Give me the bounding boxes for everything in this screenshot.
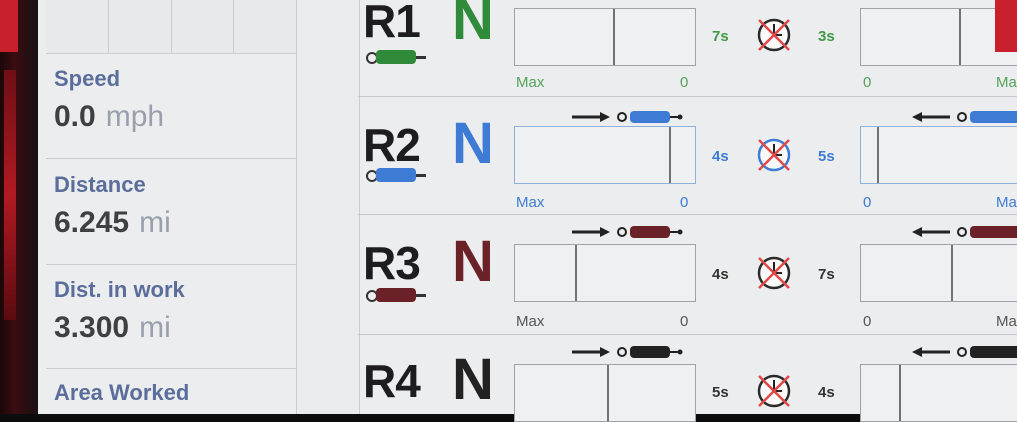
dist-in-work-value-line: 3.300 mi — [46, 311, 296, 345]
row-label: R4 — [363, 355, 421, 407]
top-button[interactable] — [108, 0, 172, 54]
axis-zero-label: 0 — [863, 74, 872, 91]
left-time: 4s — [712, 148, 729, 165]
right-time: 5s — [818, 148, 835, 165]
right-position-bar[interactable] — [860, 364, 1017, 422]
left-time: 7s — [712, 28, 729, 45]
red-housing-right — [995, 0, 1017, 52]
axis-zero-label: 0 — [863, 194, 872, 211]
speed-label: Speed — [54, 66, 121, 91]
extend-right-arrow-icon — [572, 346, 683, 358]
timer-disabled-icon[interactable] — [755, 16, 793, 54]
timer-disabled-icon[interactable] — [755, 372, 793, 410]
row-label: R3 — [363, 237, 421, 289]
cylinder-icon — [366, 50, 430, 64]
row-state: N — [452, 347, 494, 412]
row-divider — [358, 214, 1017, 215]
divider — [46, 368, 296, 369]
distance-unit: mi — [139, 206, 171, 239]
speed-readout: Speed 0.0 mph — [46, 66, 296, 134]
divider — [46, 264, 296, 265]
axis-max-label: Ma — [996, 194, 1017, 211]
right-position-bar[interactable] — [860, 244, 1017, 302]
top-button[interactable] — [171, 0, 235, 54]
extend-left-arrow-icon — [912, 111, 1017, 123]
separator-column — [296, 0, 360, 414]
axis-zero-label: 0 — [680, 313, 689, 330]
right-position-bar[interactable] — [860, 8, 1017, 66]
row-divider — [358, 96, 1017, 97]
axis-max-label: Ma — [996, 74, 1017, 91]
left-time: 4s — [712, 266, 729, 283]
cylinder-icon — [366, 168, 430, 182]
red-housing-left — [0, 0, 18, 52]
right-time: 3s — [818, 28, 835, 45]
distance-value-line: 6.245 mi — [46, 206, 296, 240]
axis-zero-label: 0 — [680, 74, 689, 91]
left-time: 5s — [712, 384, 729, 401]
extend-right-arrow-icon — [572, 111, 683, 123]
display-screen: Speed 0.0 mph Distance 6.245 mi Dist. in w… — [38, 0, 1017, 422]
left-position-bar[interactable] — [514, 126, 696, 184]
row-label: R2 — [363, 119, 421, 171]
left-position-bar[interactable] — [514, 8, 696, 66]
axis-max-label: Ma — [996, 313, 1017, 330]
extend-right-arrow-icon — [572, 226, 683, 238]
right-position-bar[interactable] — [860, 126, 1017, 184]
top-button[interactable] — [46, 0, 109, 54]
cylinder-icon — [366, 288, 430, 302]
divider — [46, 158, 296, 159]
axis-zero-label: 0 — [863, 313, 872, 330]
dist-in-work-unit: mi — [139, 311, 171, 344]
right-time: 7s — [818, 266, 835, 283]
timer-disabled-icon[interactable] — [755, 254, 793, 292]
row-divider — [358, 334, 1017, 335]
row-state: N — [452, 111, 494, 176]
area-worked-label: Area Worked — [54, 380, 190, 405]
red-reflector — [4, 70, 16, 320]
dist-in-work-label: Dist. in work — [54, 277, 185, 302]
speed-value-line: 0.0 mph — [46, 100, 296, 134]
dist-in-work-value: 3.300 — [54, 311, 130, 344]
top-button[interactable] — [234, 0, 296, 54]
top-button-strip — [46, 0, 296, 54]
extend-left-arrow-icon — [912, 346, 1017, 358]
left-position-bar[interactable] — [514, 244, 696, 302]
speed-unit: mph — [105, 100, 165, 133]
extend-left-arrow-icon — [912, 226, 1017, 238]
right-time: 4s — [818, 384, 835, 401]
row-state: N — [452, 0, 494, 52]
distance-value: 6.245 — [54, 206, 130, 239]
row-state: N — [452, 229, 494, 294]
distance-readout: Distance 6.245 mi — [46, 172, 296, 240]
axis-zero-label: 0 — [680, 194, 689, 211]
area-worked-readout: Area Worked — [46, 380, 296, 406]
axis-max-label: Max — [516, 194, 545, 211]
left-position-bar[interactable] — [514, 364, 696, 422]
axis-max-label: Max — [516, 313, 545, 330]
timer-disabled-icon[interactable] — [755, 136, 793, 174]
dist-in-work-readout: Dist. in work 3.300 mi — [46, 277, 296, 345]
axis-max-label: Max — [516, 74, 545, 91]
speed-value: 0.0 — [54, 100, 96, 133]
row-label: R1 — [363, 0, 421, 47]
distance-label: Distance — [54, 172, 146, 197]
